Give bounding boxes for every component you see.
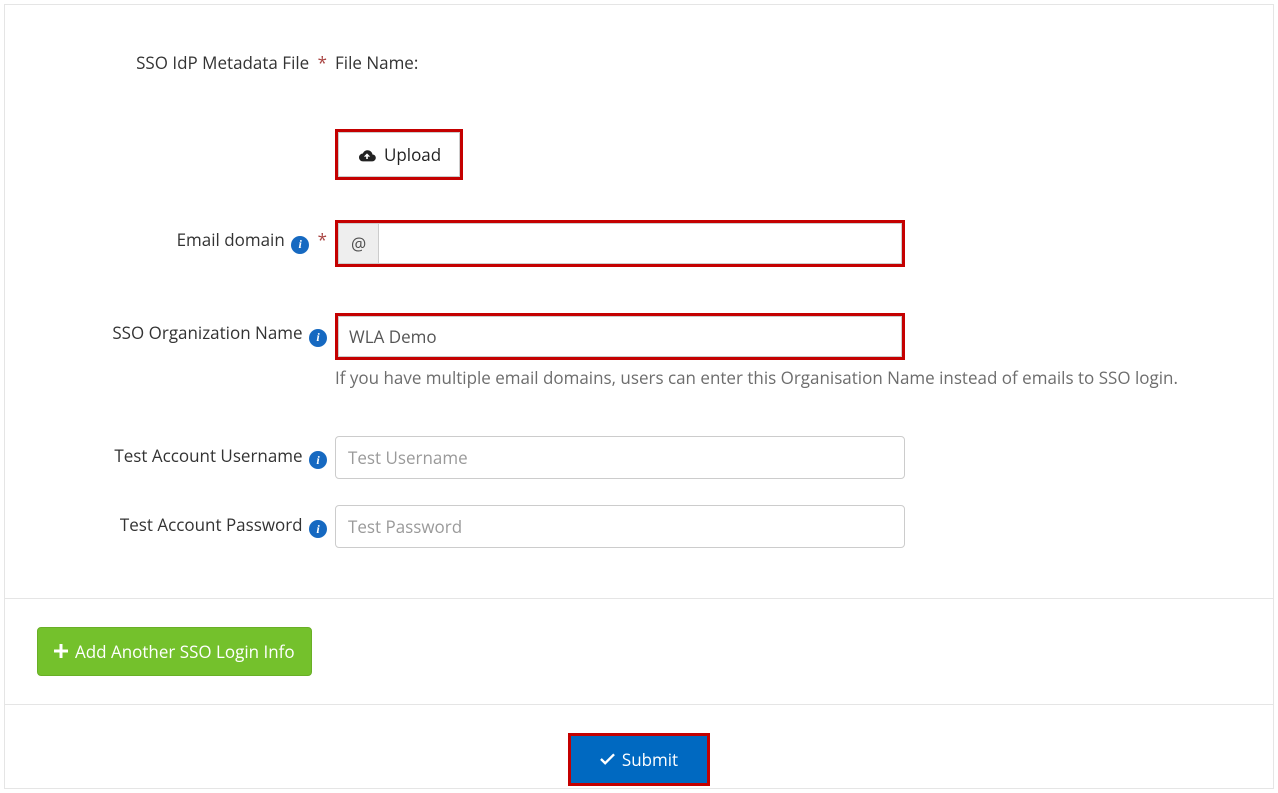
- label-test-password-text: Test Account Password: [120, 513, 303, 536]
- org-name-control-col: If you have multiple email domains, user…: [335, 313, 1205, 390]
- label-org-name: SSO Organization Name i: [35, 313, 335, 347]
- info-icon[interactable]: i: [309, 329, 327, 347]
- org-name-input[interactable]: [338, 316, 902, 357]
- row-org-name: SSO Organization Name i If you have mult…: [5, 313, 1273, 390]
- check-icon: [600, 753, 615, 765]
- test-password-control-col: [335, 505, 905, 548]
- add-another-sso-label: Add Another SSO Login Info: [75, 640, 295, 663]
- upload-button-label: Upload: [384, 143, 441, 166]
- file-name-label: File Name:: [335, 43, 1205, 74]
- panel-footer: Add Another SSO Login Info: [5, 598, 1273, 704]
- test-username-control-col: [335, 436, 905, 479]
- row-test-username: Test Account Username i: [5, 436, 1273, 479]
- add-another-sso-button[interactable]: Add Another SSO Login Info: [37, 627, 312, 676]
- row-email-domain: Email domain i * @: [5, 220, 1273, 267]
- info-icon[interactable]: i: [291, 236, 309, 254]
- label-metadata-file-text: SSO IdP Metadata File: [136, 51, 309, 74]
- plus-icon: [54, 644, 68, 658]
- org-name-help: If you have multiple email domains, user…: [335, 366, 1205, 390]
- cloud-upload-icon: [357, 147, 377, 163]
- upload-button-highlight: Upload: [335, 129, 463, 180]
- row-metadata-file: SSO IdP Metadata File * File Name: Uploa…: [5, 43, 1273, 180]
- form-body: SSO IdP Metadata File * File Name: Uploa…: [5, 5, 1273, 598]
- label-email-domain-text: Email domain: [177, 228, 285, 251]
- email-domain-input[interactable]: [378, 223, 902, 264]
- sso-form-card: SSO IdP Metadata File * File Name: Uploa…: [4, 4, 1274, 789]
- label-email-domain: Email domain i *: [35, 220, 335, 254]
- submit-highlight: Submit: [568, 733, 710, 786]
- label-org-name-text: SSO Organization Name: [112, 321, 302, 344]
- info-icon[interactable]: i: [309, 451, 327, 469]
- info-icon[interactable]: i: [309, 520, 327, 538]
- required-star: *: [318, 228, 327, 251]
- test-username-input[interactable]: [335, 436, 905, 479]
- label-test-username-text: Test Account Username: [114, 444, 302, 467]
- upload-button[interactable]: Upload: [338, 132, 460, 177]
- org-name-highlight: [335, 313, 905, 360]
- submit-row: Submit: [5, 704, 1273, 788]
- label-test-password: Test Account Password i: [35, 505, 335, 539]
- row-test-password: Test Account Password i: [5, 505, 1273, 548]
- submit-button-label: Submit: [622, 748, 678, 771]
- required-star: *: [318, 51, 327, 74]
- submit-button[interactable]: Submit: [571, 736, 707, 783]
- label-metadata-file: SSO IdP Metadata File *: [35, 43, 335, 74]
- test-password-input[interactable]: [335, 505, 905, 548]
- at-prefix: @: [338, 223, 378, 264]
- metadata-control-col: File Name: Upload: [335, 43, 1205, 180]
- label-test-username: Test Account Username i: [35, 436, 335, 470]
- email-domain-input-group: @: [335, 220, 905, 267]
- email-domain-control-col: @: [335, 220, 905, 267]
